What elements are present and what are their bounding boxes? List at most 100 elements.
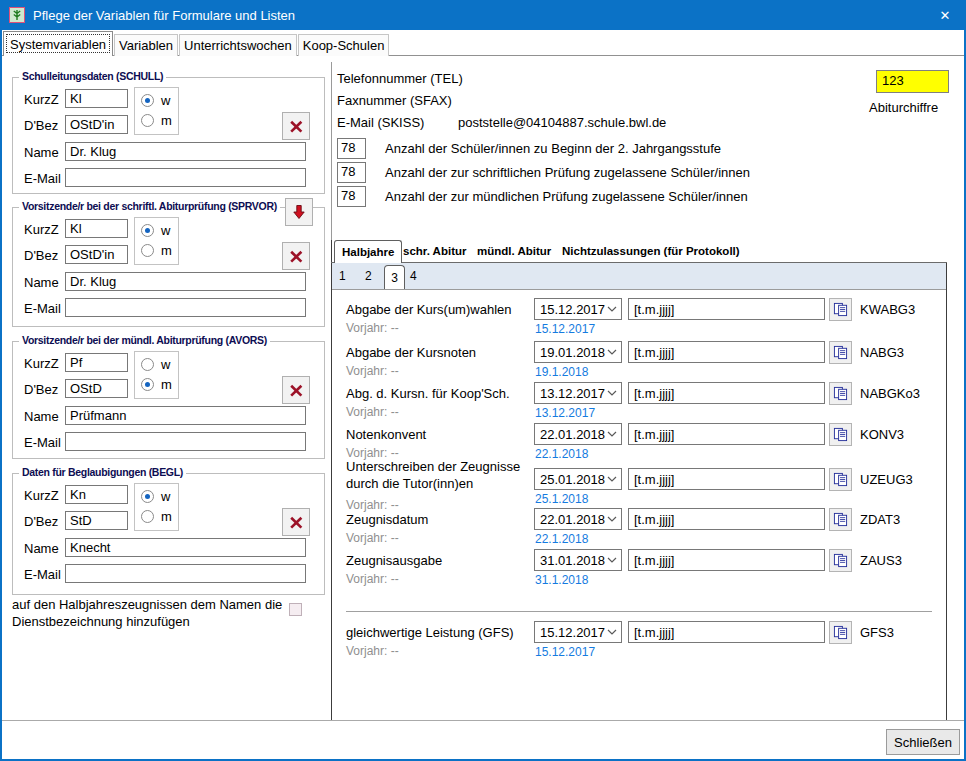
date-row-label: gleichwertige Leistung (GFS): [346, 624, 531, 641]
copy-button[interactable]: [829, 468, 852, 491]
email-value: poststelle@04104887.schule.bwl.de: [458, 115, 666, 130]
date-format-input[interactable]: [t.m.jjjj]: [628, 341, 825, 363]
tab-variablen[interactable]: Variablen: [114, 34, 178, 56]
copy-down-button[interactable]: [285, 198, 313, 226]
subtab-3[interactable]: 3: [384, 265, 405, 289]
previous-date: 22.1.2018: [535, 447, 588, 461]
title-bar: Pflege der Variablen für Formulare und L…: [0, 0, 966, 30]
date-row-label: Zeugnisdatum: [346, 511, 531, 528]
subtab-1[interactable]: 1: [339, 269, 346, 283]
date-value: 22.01.2018: [540, 512, 605, 527]
chevron-down-icon: [607, 306, 617, 312]
copy-icon: [833, 302, 848, 317]
count-begin-label: Anzahl der Schüler/innen zu Beginn der 2…: [385, 141, 721, 156]
date-row-label: Notenkonvent: [346, 426, 531, 443]
previous-date: 15.12.2017: [535, 645, 595, 659]
variable-name: GFS3: [860, 625, 894, 640]
gfs-separator: [346, 611, 932, 612]
radio-w-row[interactable]: w: [141, 223, 170, 238]
copy-button[interactable]: [829, 341, 852, 364]
main-tab-bar: Systemvariablen Variablen Unterrichtswoc…: [0, 30, 966, 56]
dbez-label: D'Bez: [24, 248, 58, 263]
count-oral-field[interactable]: 78: [337, 186, 366, 207]
date-row-label: Unterschreiben der Zeugnisse durch die T…: [346, 458, 531, 492]
previous-date: 13.12.2017: [535, 406, 595, 420]
app-tree-icon: [9, 7, 25, 23]
date-combobox[interactable]: 22.01.2018: [534, 508, 622, 530]
radio-m-label: m: [161, 243, 172, 258]
date-combobox[interactable]: 15.12.2017: [534, 621, 622, 643]
kurzz-label: KurzZ: [24, 92, 59, 107]
person-group: Schulleitungsdaten (SCHULL) KurzZ Kl D'B…: [12, 77, 325, 194]
kurzz-label: KurzZ: [24, 222, 59, 237]
radio-w[interactable]: [141, 94, 154, 107]
tel-label: Telefonnummer (TEL): [337, 71, 463, 86]
radio-m-row[interactable]: m: [141, 113, 172, 128]
radio-m[interactable]: [141, 114, 154, 127]
radio-w-label: w: [161, 93, 170, 108]
date-format-input[interactable]: [t.m.jjjj]: [628, 549, 825, 571]
email-label: E-Mail (SKISS): [337, 115, 424, 130]
subtab-strip: [332, 263, 946, 289]
date-combobox[interactable]: 25.01.2018: [534, 468, 622, 490]
gender-radio-group: w m: [134, 87, 179, 135]
close-button[interactable]: ✕: [924, 0, 966, 30]
dbez-field[interactable]: OStD'in: [65, 115, 128, 134]
copy-icon: [833, 386, 848, 401]
name-field[interactable]: Dr. Klug: [65, 142, 306, 161]
date-format-input[interactable]: [t.m.jjjj]: [628, 423, 825, 445]
count-written-field[interactable]: 78: [337, 162, 366, 183]
chevron-down-icon: [607, 431, 617, 437]
tab-unterrichtswochen[interactable]: Unterrichtswochen: [179, 34, 297, 56]
content-bottom-border: [0, 720, 966, 721]
vorjahr-label: Vorjahr: --: [346, 531, 399, 545]
subtab-4[interactable]: 4: [410, 269, 417, 283]
date-combobox[interactable]: 19.01.2018: [534, 341, 622, 363]
subtab-baseline: [332, 289, 946, 290]
copy-button[interactable]: [829, 621, 852, 644]
clear-button[interactable]: [282, 242, 310, 270]
copy-button[interactable]: [829, 382, 852, 405]
kurzz-field[interactable]: Kl: [65, 89, 128, 108]
date-format-input[interactable]: [t.m.jjjj]: [628, 508, 825, 530]
dienstbezeichnung-checkbox[interactable]: [289, 603, 302, 616]
clear-button[interactable]: [282, 112, 310, 140]
name-field[interactable]: Dr. Klug: [65, 272, 306, 291]
date-combobox[interactable]: 31.01.2018: [534, 549, 622, 571]
innertab-muendl-abitur[interactable]: mündl. Abitur: [477, 245, 551, 257]
tab-systemvariablen[interactable]: Systemvariablen: [3, 31, 113, 56]
date-combobox[interactable]: 15.12.2017: [534, 298, 622, 320]
variable-name: UZEUG3: [860, 472, 913, 487]
email-field[interactable]: [65, 168, 306, 187]
count-begin-field[interactable]: 78: [337, 138, 366, 159]
date-format-input[interactable]: [t.m.jjjj]: [628, 468, 825, 490]
date-combobox[interactable]: 22.01.2018: [534, 423, 622, 445]
innertab-halbjahre[interactable]: Halbjahre: [334, 240, 402, 263]
email-label: E-Mail: [24, 171, 61, 186]
date-format-input[interactable]: [t.m.jjjj]: [628, 621, 825, 643]
close-dialog-button[interactable]: Schließen: [886, 729, 960, 755]
subtab-2[interactable]: 2: [365, 269, 372, 283]
innertab-schr-abitur[interactable]: schr. Abitur: [403, 245, 466, 257]
radio-m[interactable]: [141, 244, 154, 257]
date-combobox[interactable]: 13.12.2017: [534, 382, 622, 404]
tab-koop-schulen[interactable]: Koop-Schulen: [298, 34, 390, 56]
variable-name: ZDAT3: [860, 512, 900, 527]
dbez-field[interactable]: OStD'in: [65, 245, 128, 264]
radio-w-row[interactable]: w: [141, 93, 170, 108]
date-format-input[interactable]: [t.m.jjjj]: [628, 382, 825, 404]
innertab-nichtzulassungen[interactable]: Nichtzulassungen (für Protokoll): [562, 245, 740, 257]
copy-button[interactable]: [829, 508, 852, 531]
date-value: 22.01.2018: [540, 427, 605, 442]
radio-m-row[interactable]: m: [141, 243, 172, 258]
previous-date: 25.1.2018: [535, 492, 588, 506]
copy-button[interactable]: [829, 549, 852, 572]
date-format-input[interactable]: [t.m.jjjj]: [628, 298, 825, 320]
abiturchiffre-field[interactable]: 123: [876, 70, 949, 93]
date-value: 31.01.2018: [540, 553, 605, 568]
radio-w[interactable]: [141, 224, 154, 237]
copy-button[interactable]: [829, 423, 852, 446]
copy-button[interactable]: [829, 298, 852, 321]
kurzz-field[interactable]: Kl: [65, 219, 128, 238]
date-row-label: Abgabe der Kursnoten: [346, 344, 531, 361]
